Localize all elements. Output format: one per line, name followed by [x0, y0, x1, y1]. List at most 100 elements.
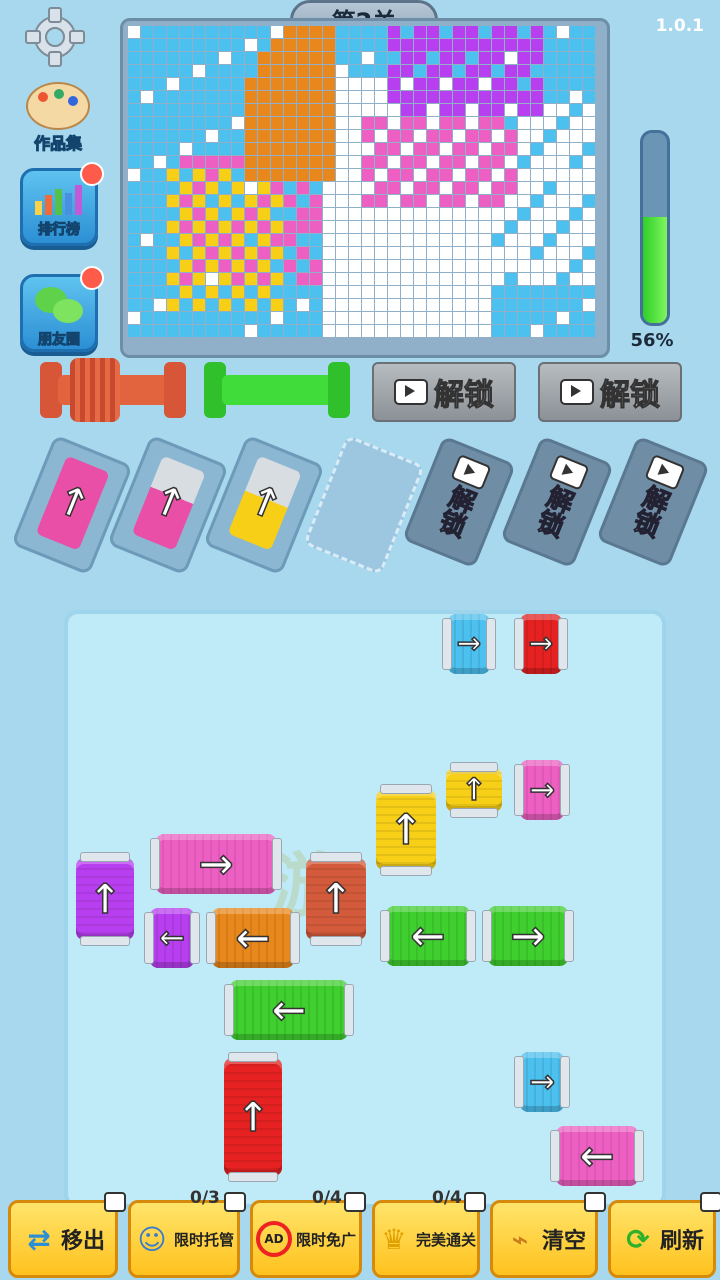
move-out-button[interactable]: ⇄ 移出 [8, 1200, 118, 1278]
holding-card-locked[interactable]: 解锁 [595, 435, 711, 569]
unlock-label: 解锁 [431, 480, 480, 541]
pixel-cell [141, 65, 153, 77]
pixel-cell [258, 234, 270, 246]
pixel-cell [453, 156, 465, 168]
yarn-spool[interactable]: ↑ [224, 1052, 282, 1182]
yarn-spool[interactable]: → [514, 1052, 570, 1112]
pixel-cell [479, 39, 491, 51]
pixel-cell [440, 208, 452, 220]
pixel-cell [323, 52, 335, 64]
yarn-spool[interactable]: → [442, 614, 496, 674]
yarn-spool[interactable]: ↑ [376, 784, 436, 876]
pixel-cell [466, 208, 478, 220]
yarn-spool[interactable]: ← [144, 908, 200, 968]
holding-card-3[interactable]: ↑ [202, 434, 326, 576]
pixel-cell [388, 247, 400, 259]
pixel-cell [271, 208, 283, 220]
yarn-spool[interactable]: ← [206, 908, 300, 968]
holding-card-locked[interactable]: 解锁 [499, 435, 615, 569]
holding-card-1[interactable]: ↑ [10, 434, 134, 576]
pixel-cell [531, 260, 543, 272]
pixel-cell [180, 286, 192, 298]
yarn-spool[interactable]: → [514, 614, 568, 674]
pixel-cell [557, 195, 569, 207]
spool-slot-1[interactable] [40, 358, 190, 438]
no-ads-button[interactable]: AD 限时免广 [250, 1200, 362, 1278]
pixel-cell [284, 234, 296, 246]
pixel-cell [141, 169, 153, 181]
unlock-label: 解锁 [529, 480, 578, 541]
pixel-cell [167, 52, 179, 64]
pixel-cell [531, 91, 543, 103]
pixel-cell [557, 221, 569, 233]
pixel-cell [128, 325, 140, 337]
yarn-spool[interactable]: ↑ [76, 852, 134, 946]
holding-card-empty[interactable] [302, 434, 426, 576]
pixel-cell [193, 78, 205, 90]
pixel-cell [349, 104, 361, 116]
settings-gear-icon[interactable] [22, 4, 88, 70]
pixel-cell [297, 247, 309, 259]
yarn-spool: ↑ [35, 455, 110, 551]
pixel-cell [388, 143, 400, 155]
pixel-cell [466, 78, 478, 90]
pixel-cell [297, 286, 309, 298]
spool-slot-2[interactable] [204, 358, 354, 438]
pixel-cell [323, 299, 335, 311]
pixel-cell [401, 39, 413, 51]
pixel-cell [414, 52, 426, 64]
yarn-spool[interactable]: ↑ [446, 762, 502, 818]
pixel-cell [557, 234, 569, 246]
pixel-cell [297, 260, 309, 272]
pixel-cell [492, 208, 504, 220]
pixel-cell [141, 247, 153, 259]
pixel-cell [336, 26, 348, 38]
holding-card-locked[interactable]: 解锁 [401, 435, 517, 569]
pixel-cell [167, 221, 179, 233]
pixel-cell [141, 273, 153, 285]
perfect-clear-button[interactable]: ♛ 完美通关 [372, 1200, 480, 1278]
direction-arrow-icon: → [198, 839, 235, 888]
portfolio-button[interactable]: 作品集 [20, 82, 96, 154]
yarn-spool[interactable]: → [514, 760, 570, 820]
yarn-spool[interactable]: ← [380, 906, 476, 966]
yarn-spool[interactable]: ↑ [306, 852, 366, 946]
pixel-cell [414, 260, 426, 272]
pixel-cell [323, 312, 335, 324]
pixel-cell [258, 325, 270, 337]
pixel-cell [128, 169, 140, 181]
pixel-cell [518, 91, 530, 103]
pixel-cell [544, 156, 556, 168]
clear-button[interactable]: ⌁ 清空 [490, 1200, 598, 1278]
pixel-cell [479, 26, 491, 38]
pixel-cell [245, 78, 257, 90]
pixel-cell [180, 312, 192, 324]
auto-play-button[interactable]: ☺ 限时托管 [128, 1200, 240, 1278]
pixel-cell [388, 117, 400, 129]
locked-spool-slot[interactable]: 解锁 [538, 362, 682, 422]
pixel-cell [284, 325, 296, 337]
refresh-button[interactable]: ⟳ 刷新 [608, 1200, 716, 1278]
yarn-spool[interactable]: ← [224, 980, 354, 1040]
pixel-cell [219, 312, 231, 324]
pixel-cell [310, 143, 322, 155]
leaderboard-label: 排行榜 [38, 222, 81, 239]
locked-spool-slot[interactable]: 解锁 [372, 362, 516, 422]
pixel-cell [167, 312, 179, 324]
yarn-spool[interactable]: ← [550, 1126, 644, 1186]
yarn-spool[interactable]: → [150, 834, 282, 894]
pixel-cell [154, 312, 166, 324]
pixel-cell [583, 234, 595, 246]
video-ad-icon [224, 1192, 246, 1212]
pixel-cell [167, 299, 179, 311]
pixel-cell [258, 247, 270, 259]
pixel-cell [284, 247, 296, 259]
pixel-cell [167, 130, 179, 142]
yarn-spool[interactable]: → [482, 906, 574, 966]
holding-card-2[interactable]: ↑ [106, 434, 230, 576]
pixel-cell [401, 234, 413, 246]
pixel-cell [232, 312, 244, 324]
pixel-cell [375, 208, 387, 220]
pixel-cell [271, 104, 283, 116]
pixel-cell [232, 156, 244, 168]
